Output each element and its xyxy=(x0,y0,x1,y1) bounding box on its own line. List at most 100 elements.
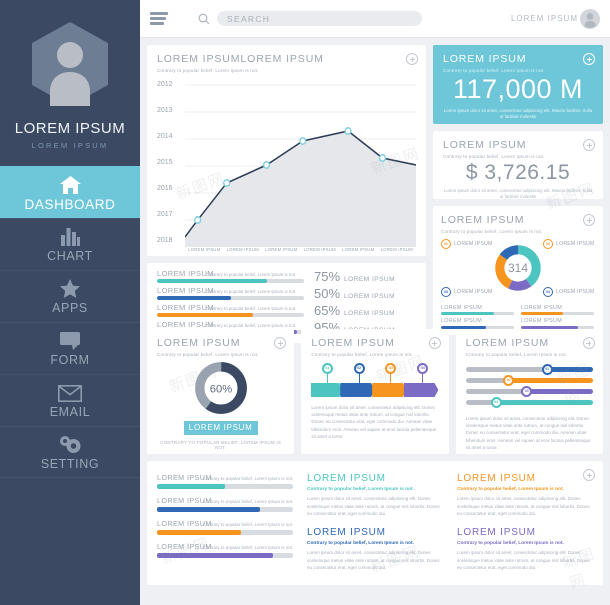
chevron-step[interactable]: 03 xyxy=(375,362,407,383)
gauge-card: LOREM IPSUM Contrary to popular belief, … xyxy=(147,329,295,454)
sidebar-item-form[interactable]: FORM xyxy=(0,322,140,374)
progress-percent-label: LOREM IPSUM xyxy=(344,275,396,283)
search-input[interactable] xyxy=(217,11,422,26)
sidebar-item-email[interactable]: EMAIL xyxy=(0,374,140,426)
chart-y-axis: 2012 2013 2014 2015 2016 2017 2018 xyxy=(157,79,185,247)
donut-marker[interactable]: 02 LOREM IPSUM xyxy=(543,238,595,249)
numbered-badge-icon: 03 xyxy=(385,362,397,374)
chevron-step[interactable]: 04 xyxy=(407,362,439,383)
gauge-donut-chart: 60% xyxy=(194,361,247,414)
badge-number: 04 xyxy=(494,400,499,404)
card-title: LOREM IPSUM xyxy=(443,139,527,151)
sidebar-item-label: APPS xyxy=(52,301,88,315)
donut-marker[interactable]: 03 LOREM IPSUM xyxy=(441,286,493,297)
user-menu[interactable]: LOREM IPSUM xyxy=(511,8,600,29)
badge-number: 01 xyxy=(325,366,330,370)
bar-chart-icon xyxy=(60,226,80,246)
article: LOREM IPSUM Contrary to popular belief, … xyxy=(457,473,593,518)
step-stem xyxy=(358,373,360,383)
legend-bar: LOREM IPSUM xyxy=(521,318,594,329)
brand-name: LOREM IPSUM xyxy=(14,120,126,137)
gauge-cta-button[interactable]: LOREM IPSUM xyxy=(183,420,258,435)
bar-desc: Contrary to popular belief, Lorem Ipsum … xyxy=(202,545,294,550)
bar-track xyxy=(157,553,293,558)
row-middle: LOREM IPSUM Contrary to popular belief, … xyxy=(147,329,603,454)
slider-track-right xyxy=(549,366,593,372)
slider-row[interactable]: 02 xyxy=(465,374,593,386)
plus-circle-icon[interactable] xyxy=(583,53,595,65)
slider-track-left xyxy=(465,366,545,372)
numbered-badge-icon: 01 xyxy=(321,362,333,374)
progress-percent-label: LOREM IPSUM xyxy=(344,309,396,317)
plus-circle-icon[interactable] xyxy=(583,469,595,481)
article-title: LOREM IPSUM xyxy=(307,526,386,538)
donut-marker[interactable]: 01 LOREM IPSUM xyxy=(441,238,493,249)
envelope-icon xyxy=(58,382,82,402)
sidebar-item-chart[interactable]: CHART xyxy=(0,218,140,270)
marker-label: LOREM IPSUM xyxy=(454,288,493,295)
y-tick: 2016 xyxy=(157,185,173,193)
progress-desc: Contrary to popular belief, Lorem Ipsum … xyxy=(205,305,297,311)
sidebar-item-label: FORM xyxy=(50,353,90,367)
slider-row[interactable]: 01 xyxy=(465,363,593,375)
article: LOREM IPSUM Contrary to popular belief, … xyxy=(307,527,443,572)
topbar: LOREM IPSUM xyxy=(140,0,610,38)
progress-fill xyxy=(157,313,253,318)
article-body: Lorem ipsum dolor sit amet, consectetur … xyxy=(307,496,440,517)
badge-number: 02 xyxy=(357,366,362,370)
plus-circle-icon[interactable] xyxy=(583,214,595,226)
donut-marker[interactable]: 04 LOREM IPSUM xyxy=(543,286,595,297)
x-tick: LOREM IPSUM xyxy=(342,246,375,252)
progress-row: LOREM IPSUM Contrary to popular belief, … xyxy=(157,286,416,301)
slider-row[interactable]: 04 xyxy=(465,396,593,408)
legend-bar: LOREM IPSUM xyxy=(441,305,514,316)
card-body-text: Lorem ipsum dolor sit amet, consectetur … xyxy=(311,404,437,440)
marker-label: LOREM IPSUM xyxy=(556,240,595,247)
sidebar-profile: LOREM IPSUM LOREM IPSUM xyxy=(0,0,140,166)
plus-circle-icon[interactable] xyxy=(583,139,595,151)
y-tick: 2014 xyxy=(157,132,173,140)
progress-desc: Contrary to popular belief, Lorem Ipsum … xyxy=(205,271,297,277)
plus-circle-icon[interactable] xyxy=(428,337,441,349)
user-avatar-icon[interactable] xyxy=(580,8,600,29)
card-title: LOREM IPSUM xyxy=(443,53,527,65)
slider-knob[interactable]: 04 xyxy=(490,396,502,408)
home-icon xyxy=(59,174,81,194)
badge-number: 03 xyxy=(524,389,529,393)
bottom-articles-mid: LOREM IPSUM Contrary to popular belief, … xyxy=(307,473,443,577)
marker-label: LOREM IPSUM xyxy=(556,288,595,295)
card-subtitle: Contrary to popular belief, Lorem Ipsum … xyxy=(443,153,545,159)
sidebar-item-dashboard[interactable]: DASHBOARD xyxy=(0,166,140,218)
marker-label: LOREM IPSUM xyxy=(454,240,493,247)
numbered-badge-icon: 03 xyxy=(441,286,451,297)
sidebar-item-apps[interactable]: APPS xyxy=(0,270,140,322)
bottom-bar: LOREM IPSUM Contrary to popular belief, … xyxy=(157,473,293,489)
numbered-badge-icon: 04 xyxy=(417,362,429,374)
legend-bar-fill xyxy=(521,312,564,316)
badge-number: 03 xyxy=(444,289,448,294)
bar-desc: Contrary to popular belief, Lorem Ipsum … xyxy=(202,522,294,527)
x-tick: LOREM IPSUM xyxy=(188,246,221,252)
numbered-badge-icon: 01 xyxy=(441,238,451,249)
sidebar-item-setting[interactable]: SETTING xyxy=(0,426,140,478)
slider-knob[interactable]: 02 xyxy=(503,374,515,386)
chevron-step[interactable]: 02 xyxy=(343,362,375,383)
plus-circle-icon[interactable] xyxy=(274,337,287,349)
x-tick: LOREM IPSUM xyxy=(380,246,413,252)
card-title: LOREM IPSUM xyxy=(441,214,525,226)
search-icon[interactable] xyxy=(198,13,210,25)
slider-knob[interactable]: 03 xyxy=(521,385,533,397)
slider-track-right xyxy=(511,377,593,383)
progress-percent-label: LOREM IPSUM xyxy=(344,292,396,300)
plus-circle-icon[interactable] xyxy=(406,53,418,65)
article: LOREM IPSUM Contrary to popular belief, … xyxy=(457,527,593,572)
progress-percent: 50% xyxy=(314,285,341,301)
kpi-value: $ 3,726.15 xyxy=(465,160,571,184)
chevron-step[interactable]: 01 xyxy=(311,362,343,383)
plus-circle-icon[interactable] xyxy=(582,337,595,349)
slider-knob[interactable]: 01 xyxy=(541,363,553,375)
slider-row[interactable]: 03 xyxy=(465,385,593,397)
hamburger-icon[interactable] xyxy=(150,10,168,28)
card-subtitle: Contrary to popular belief, Lorem Ipsum … xyxy=(157,351,259,357)
bar-desc: Contrary to popular belief, Lorem Ipsum … xyxy=(202,499,294,504)
